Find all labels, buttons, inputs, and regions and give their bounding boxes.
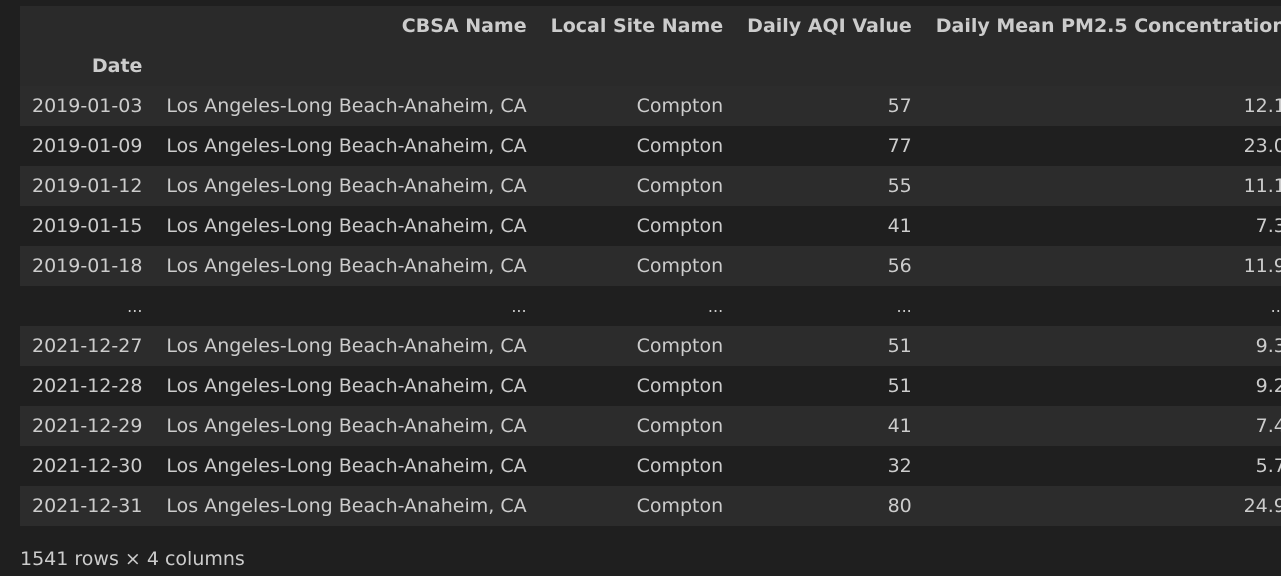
cell-daily-mean-pm25: 7.3	[1255, 215, 1281, 237]
cell-local-site-name: Compton	[636, 95, 724, 117]
row-index-date: 2019-01-03	[32, 95, 143, 117]
table-row: 2019-01-09 Los Angeles-Long Beach-Anaheim…	[20, 126, 1281, 166]
index-name-row: Date	[20, 46, 1281, 86]
cell-daily-aqi-value: 56	[887, 255, 912, 277]
dataframe-table: CBSA Name Local Site Name Daily AQI Valu…	[20, 6, 1281, 526]
cell-cbsa-name: Los Angeles-Long Beach-Anaheim, CA	[166, 455, 527, 477]
cell-daily-mean-pm25: 24.9	[1243, 495, 1281, 517]
empty-header-cell	[538, 46, 736, 86]
cell-cbsa-name: ...	[511, 296, 527, 316]
cell-cbsa-name: Los Angeles-Long Beach-Anaheim, CA	[166, 375, 527, 397]
table-row: 2019-01-03 Los Angeles-Long Beach-Anaheim…	[20, 86, 1281, 126]
row-index-date: 2019-01-15	[32, 215, 143, 237]
cell-daily-aqi-value: 80	[887, 495, 912, 517]
empty-header-cell	[923, 46, 1281, 86]
cell-local-site-name: Compton	[636, 135, 724, 157]
table-row: 2021-12-31 Los Angeles-Long Beach-Anaheim…	[20, 486, 1281, 526]
row-index-date: 2021-12-30	[32, 455, 143, 477]
cell-daily-mean-pm25: 9.2	[1255, 375, 1281, 397]
cell-cbsa-name: Los Angeles-Long Beach-Anaheim, CA	[166, 95, 527, 117]
cell-daily-mean-pm25: 7.4	[1255, 415, 1281, 437]
cell-cbsa-name: Los Angeles-Long Beach-Anaheim, CA	[166, 175, 527, 197]
cell-daily-aqi-value: ...	[896, 296, 912, 316]
cell-cbsa-name: Los Angeles-Long Beach-Anaheim, CA	[166, 215, 527, 237]
table-row: 2021-12-28 Los Angeles-Long Beach-Anaheim…	[20, 366, 1281, 406]
cell-daily-aqi-value: 41	[887, 415, 912, 437]
row-index-date: 2021-12-27	[32, 335, 143, 357]
row-index-date: 2021-12-28	[32, 375, 143, 397]
cell-cbsa-name: Los Angeles-Long Beach-Anaheim, CA	[166, 495, 527, 517]
cell-daily-aqi-value: 77	[887, 135, 912, 157]
cell-local-site-name: Compton	[636, 415, 724, 437]
table-row: 2021-12-30 Los Angeles-Long Beach-Anaheim…	[20, 446, 1281, 486]
cell-local-site-name: Compton	[636, 375, 724, 397]
cell-daily-aqi-value: 57	[887, 95, 912, 117]
cell-local-site-name: Compton	[636, 495, 724, 517]
column-header-daily-mean-pm25: Daily Mean PM2.5 Concentration	[923, 6, 1281, 46]
empty-header-cell	[735, 46, 924, 86]
cell-local-site-name: Compton	[636, 215, 724, 237]
cell-daily-aqi-value: 51	[887, 335, 912, 357]
cell-cbsa-name: Los Angeles-Long Beach-Anaheim, CA	[166, 255, 527, 277]
dataframe-output: CBSA Name Local Site Name Daily AQI Valu…	[20, 6, 1281, 526]
cell-cbsa-name: Los Angeles-Long Beach-Anaheim, CA	[166, 415, 527, 437]
shape-summary: 1541 rows × 4 columns	[20, 548, 245, 570]
table-header: CBSA Name Local Site Name Daily AQI Valu…	[20, 6, 1281, 86]
table-row: 2021-12-27 Los Angeles-Long Beach-Anaheim…	[20, 326, 1281, 366]
row-index-date: 2019-01-09	[32, 135, 143, 157]
cell-daily-aqi-value: 32	[887, 455, 912, 477]
cell-daily-mean-pm25: 12.1	[1243, 95, 1281, 117]
cell-cbsa-name: Los Angeles-Long Beach-Anaheim, CA	[166, 335, 527, 357]
column-header-local-site-name: Local Site Name	[538, 6, 736, 46]
cell-local-site-name: Compton	[636, 255, 724, 277]
cell-daily-mean-pm25: 11.9	[1243, 255, 1281, 277]
table-row: 2019-01-18 Los Angeles-Long Beach-Anaheim…	[20, 246, 1281, 286]
cell-daily-aqi-value: 55	[887, 175, 912, 197]
row-index-date: 2021-12-29	[32, 415, 143, 437]
cell-daily-mean-pm25: 11.1	[1243, 175, 1281, 197]
column-header-row: CBSA Name Local Site Name Daily AQI Valu…	[20, 6, 1281, 46]
cell-local-site-name: Compton	[636, 335, 724, 357]
table-row: 2021-12-29 Los Angeles-Long Beach-Anaheim…	[20, 406, 1281, 446]
cell-daily-mean-pm25: ...	[1270, 296, 1281, 316]
cell-cbsa-name: Los Angeles-Long Beach-Anaheim, CA	[166, 135, 527, 157]
cell-daily-mean-pm25: 23.0	[1243, 135, 1281, 157]
cell-daily-aqi-value: 51	[887, 375, 912, 397]
blank-corner-cell	[20, 6, 155, 46]
column-header-daily-aqi-value: Daily AQI Value	[735, 6, 924, 46]
table-row: 2019-01-12 Los Angeles-Long Beach-Anaheim…	[20, 166, 1281, 206]
empty-header-cell	[154, 46, 539, 86]
cell-local-site-name: Compton	[636, 455, 724, 477]
table-body: 2019-01-03 Los Angeles-Long Beach-Anaheim…	[20, 86, 1281, 526]
table-row: 2019-01-15 Los Angeles-Long Beach-Anaheim…	[20, 206, 1281, 246]
row-index-date: 2021-12-31	[32, 495, 143, 517]
cell-daily-mean-pm25: 5.7	[1255, 455, 1281, 477]
ellipsis-row: ...............	[20, 286, 1281, 326]
cell-daily-aqi-value: 41	[887, 215, 912, 237]
column-header-cbsa-name: CBSA Name	[154, 6, 539, 46]
row-index-date: 2019-01-12	[32, 175, 143, 197]
cell-local-site-name: ...	[707, 296, 724, 316]
index-name-header: Date	[20, 46, 155, 86]
row-index-date: 2019-01-18	[32, 255, 143, 277]
cell-daily-mean-pm25: 9.3	[1255, 335, 1281, 357]
row-index-date: ...	[127, 296, 143, 316]
cell-local-site-name: Compton	[636, 175, 724, 197]
